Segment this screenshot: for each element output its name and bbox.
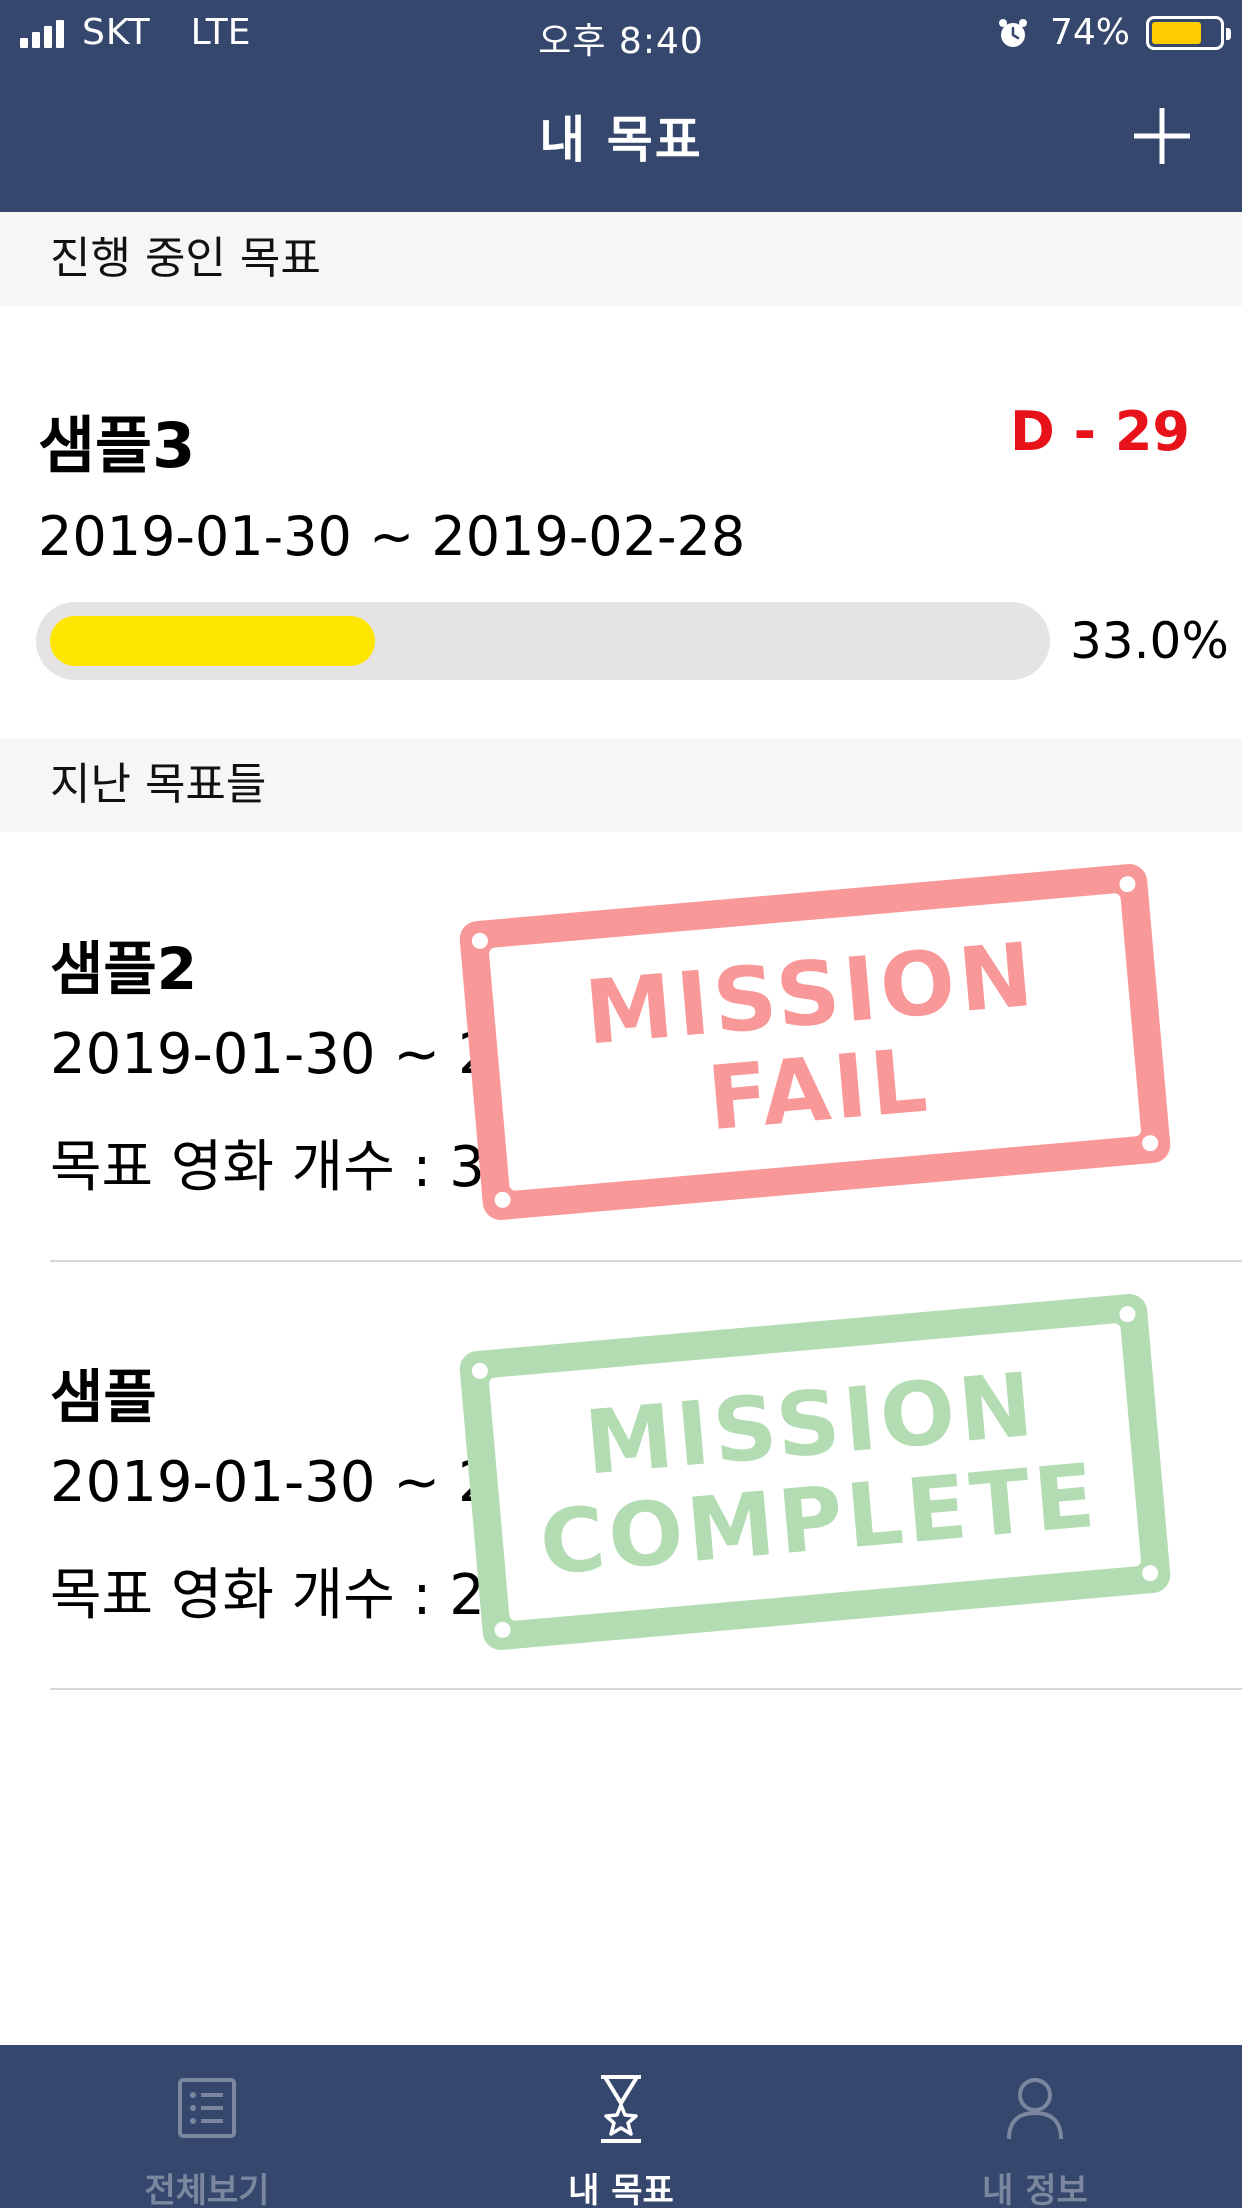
current-goal-dday: D - 29 bbox=[1010, 400, 1190, 463]
past-goal-name: 샘플2 bbox=[50, 935, 198, 1003]
current-goal-name: 샘플3 bbox=[38, 409, 196, 482]
add-goal-button[interactable] bbox=[1130, 104, 1194, 168]
hourglass-star-icon bbox=[601, 2075, 641, 2143]
battery-icon bbox=[1146, 15, 1231, 50]
page-title: 내 목표 bbox=[539, 111, 703, 169]
alarm-icon bbox=[998, 18, 1027, 47]
top-bar: SKT LTE 오후 8:40 74% 내 목표 bbox=[0, 0, 1242, 212]
progress-percent: 33.0% bbox=[1070, 612, 1229, 670]
tab-label: 내 정보 bbox=[982, 2171, 1088, 2208]
status-bar: SKT LTE 오후 8:40 74% bbox=[0, 0, 1242, 66]
divider bbox=[50, 1688, 1242, 1690]
progress-bar bbox=[36, 602, 1050, 680]
past-goal-dates: 2019-01-30 ~ 2019-01-31 bbox=[50, 1450, 784, 1515]
progress-fill bbox=[50, 616, 376, 666]
past-goal-item[interactable]: 샘플 2019-01-30 ~ 2019-01-31 목표 영화 개수 : 2 … bbox=[0, 1262, 1242, 1692]
tab-label: 내 목표 bbox=[568, 2171, 674, 2208]
plus-icon bbox=[1134, 108, 1190, 164]
current-goal-dates: 2019-01-30 ~ 2019-02-28 bbox=[38, 505, 746, 568]
battery-fill bbox=[1152, 21, 1201, 44]
past-goal-count: 목표 영화 개수 : 3 bbox=[50, 1135, 485, 1200]
list-icon bbox=[178, 2078, 236, 2138]
status-right: 74% bbox=[996, 12, 1231, 53]
tab-my-info[interactable]: 내 정보 bbox=[828, 2045, 1242, 2208]
tab-label: 전체보기 bbox=[144, 2171, 270, 2208]
section-header-current: 진행 중인 목표 bbox=[0, 212, 1242, 306]
past-goal-count: 목표 영화 개수 : 2 bbox=[50, 1563, 485, 1628]
tab-bar: 전체보기 내 목표 내 정보 bbox=[0, 2045, 1242, 2208]
past-goal-name: 샘플 bbox=[50, 1363, 157, 1431]
battery-percent: 74% bbox=[1049, 12, 1130, 53]
tab-my-goals[interactable]: 내 목표 bbox=[414, 2045, 828, 2208]
past-goal-dates: 2019-01-30 ~ 2019-01-30 bbox=[50, 1022, 784, 1087]
person-icon bbox=[1007, 2078, 1063, 2140]
section-header-past: 지난 목표들 bbox=[0, 738, 1242, 832]
past-goal-item[interactable]: 샘플2 2019-01-30 ~ 2019-01-30 목표 영화 개수 : 3… bbox=[0, 832, 1242, 1262]
tab-all[interactable]: 전체보기 bbox=[0, 2045, 414, 2208]
